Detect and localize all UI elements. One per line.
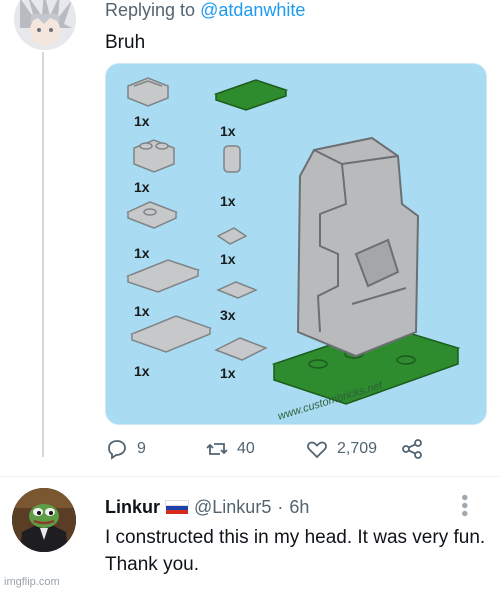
tweet-text: Bruh (105, 32, 146, 53)
lego-instructions-image: 1x 1x 1x 1x 1x 1x 1x 1x 3x 1x www.custom… (106, 64, 486, 424)
imgflip-watermark: imgflip.com (4, 576, 60, 588)
count-right-3: 1x (220, 251, 236, 267)
author-name[interactable]: Linkur (105, 497, 160, 518)
count-left-5: 1x (134, 363, 150, 379)
more-options-icon[interactable]: ••• (452, 494, 475, 518)
reply-count: 9 (137, 440, 146, 457)
meta-separator: · (277, 497, 284, 517)
replying-to-line: Replying to @atdanwhite (105, 0, 305, 21)
author-handle[interactable]: @Linkur5 (194, 497, 271, 518)
count-right-1: 1x (220, 123, 236, 139)
brick-1x2 (133, 139, 175, 173)
replying-to-label: Replying to (105, 0, 196, 20)
count-right-4: 3x (220, 307, 236, 323)
count-left-2: 1x (134, 179, 150, 195)
pepe-avatar-image (12, 488, 76, 552)
count-left-4: 1x (134, 303, 150, 319)
retweet-action[interactable]: 40 (205, 437, 255, 461)
tweet-media-image[interactable]: 1x 1x 1x 1x 1x 1x 1x 1x 3x 1x www.custom… (105, 63, 487, 425)
count-right-5: 1x (220, 365, 236, 381)
tweet-actions: 9 40 2,709 (105, 437, 435, 463)
reply-icon (108, 440, 126, 460)
count-left-3: 1x (134, 245, 150, 261)
avatar-linkur[interactable] (12, 488, 76, 552)
tweet-divider (0, 476, 500, 477)
count-right-2: 1x (220, 193, 236, 209)
brick-head-round (223, 145, 241, 173)
reply-tweet-text: I constructed this in my head. It was ve… (105, 527, 486, 575)
retweet-count: 40 (237, 440, 255, 457)
like-action[interactable]: 2,709 (305, 437, 377, 461)
reply-handle-link[interactable]: @atdanwhite (200, 0, 305, 20)
share-icon (402, 439, 422, 459)
moai-head (296, 136, 420, 358)
thread-line (42, 52, 44, 457)
like-icon (307, 441, 327, 459)
anime-avatar-image (14, 0, 76, 50)
like-count: 2,709 (337, 440, 378, 457)
reply-action[interactable]: 9 (105, 437, 146, 461)
tweet-time[interactable]: 6h (289, 497, 309, 518)
share-action[interactable] (400, 437, 424, 461)
russia-flag-icon (165, 499, 190, 515)
avatar-atdanwhite-reply[interactable] (14, 0, 76, 50)
reply-author-row: Linkur @Linkur5 · 6h (105, 497, 309, 518)
retweet-icon (206, 443, 228, 455)
count-left-1: 1x (134, 113, 150, 129)
